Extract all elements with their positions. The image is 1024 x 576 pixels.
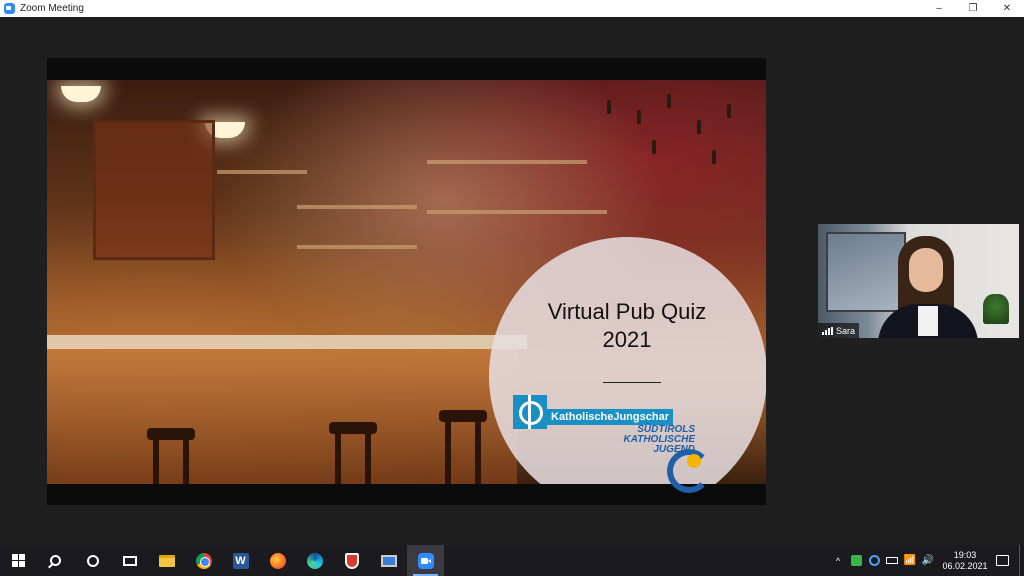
participant-face (909, 248, 943, 292)
shared-screen: Virtual Pub Quiz 2021 KatholischeJungsch… (47, 58, 766, 505)
tray-security-button[interactable] (847, 545, 865, 576)
bottle-decoration (652, 140, 656, 154)
bar-counter-decoration (47, 335, 527, 349)
bottle-decoration (727, 104, 731, 118)
tray-volume-button[interactable]: 🔊 (919, 545, 937, 576)
cortana-icon (86, 554, 99, 567)
tray-app-icon (868, 555, 880, 566)
shield-app-button[interactable] (333, 545, 370, 576)
stool-decoration (365, 432, 371, 484)
edge-icon (306, 552, 323, 569)
tray-battery-button[interactable] (883, 545, 901, 576)
windows-start-icon (12, 554, 25, 567)
action-center-button[interactable] (993, 545, 1011, 576)
start-button[interactable] (0, 545, 37, 576)
bottle-decoration (712, 150, 716, 164)
kj-logo-text: KatholischeJungschar (547, 409, 673, 425)
participant-shirt (918, 306, 938, 336)
background-plant (983, 294, 1009, 324)
tray-app-button[interactable] (865, 545, 883, 576)
search-icon (50, 555, 61, 566)
participant-name-label: Sara (818, 323, 860, 338)
slide-title-line2: 2021 (602, 327, 652, 352)
show-desktop-button[interactable] (1019, 545, 1024, 576)
system-tray: ^ 📶 🔊 19:03 06.02.2021 (829, 545, 1024, 576)
chrome-button[interactable] (185, 545, 222, 576)
bottle-decoration (607, 100, 611, 114)
bottle-decoration (637, 110, 641, 124)
window-controls: – ❐ ✕ (922, 0, 1024, 17)
security-check-icon (850, 555, 862, 566)
close-button[interactable]: ✕ (990, 0, 1024, 17)
clock-time: 19:03 (953, 549, 977, 560)
tray-overflow-button[interactable]: ^ (829, 545, 847, 576)
bottle-decoration (667, 94, 671, 108)
zoom-taskbar-button[interactable] (407, 545, 444, 576)
tray-wifi-button[interactable]: 📶 (901, 545, 919, 576)
stool-decoration (153, 438, 159, 484)
windows-taskbar: W ^ 📶 🔊 19:03 06.02.2021 (0, 545, 1024, 576)
clock-date: 06.02.2021 (942, 560, 988, 571)
remote-desktop-button[interactable] (370, 545, 407, 576)
search-button[interactable] (37, 545, 74, 576)
task-view-button[interactable] (111, 545, 148, 576)
volume-icon: 🔊 (921, 555, 935, 566)
stool-decoration (475, 420, 481, 484)
word-button[interactable]: W (222, 545, 259, 576)
firefox-icon (269, 552, 286, 569)
edge-button[interactable] (296, 545, 333, 576)
slide-title: Virtual Pub Quiz 2021 (512, 298, 742, 354)
slide-title-line1: Virtual Pub Quiz (547, 299, 707, 324)
participant-name: Sara (836, 325, 856, 336)
title-divider (603, 382, 661, 383)
restore-button[interactable]: ❐ (956, 0, 990, 17)
zoom-app-icon (4, 3, 15, 14)
stool-decoration (445, 420, 451, 484)
minimize-button[interactable]: – (922, 0, 956, 17)
title-bar: Zoom Meeting – ❐ ✕ (0, 0, 1024, 17)
shelf-decoration (297, 245, 417, 249)
shelf-decoration (427, 160, 587, 164)
chevron-up-icon: ^ (835, 555, 841, 566)
task-view-icon (122, 555, 137, 566)
wifi-icon: 📶 (903, 555, 917, 566)
meeting-area: Virtual Pub Quiz 2021 KatholischeJungsch… (0, 17, 1024, 545)
signal-bars-icon (822, 326, 833, 335)
firefox-button[interactable] (259, 545, 296, 576)
battery-icon (886, 557, 898, 564)
skj-logo-dot-icon (687, 454, 701, 468)
background-window (826, 232, 906, 312)
kj-logo-icon (513, 395, 547, 429)
taskbar-clock[interactable]: 19:03 06.02.2021 (937, 550, 993, 572)
self-video-tile[interactable]: Sara (818, 224, 1019, 338)
word-icon: W (232, 552, 249, 569)
lamp-decoration (61, 86, 101, 102)
bottle-decoration (697, 120, 701, 134)
shelf-decoration (297, 205, 417, 209)
stool-decoration (335, 432, 341, 484)
remote-desktop-icon (380, 554, 397, 567)
file-explorer-button[interactable] (148, 545, 185, 576)
cabinet-decoration (93, 120, 215, 260)
chrome-icon (195, 552, 212, 569)
notification-icon (995, 555, 1009, 566)
file-explorer-icon (158, 554, 175, 567)
zoom-icon (417, 552, 434, 569)
shelf-decoration (427, 210, 607, 214)
stool-decoration (183, 438, 189, 484)
cortana-button[interactable] (74, 545, 111, 576)
window-title: Zoom Meeting (20, 3, 84, 14)
shelf-decoration (217, 170, 307, 174)
shield-app-icon (344, 552, 359, 569)
